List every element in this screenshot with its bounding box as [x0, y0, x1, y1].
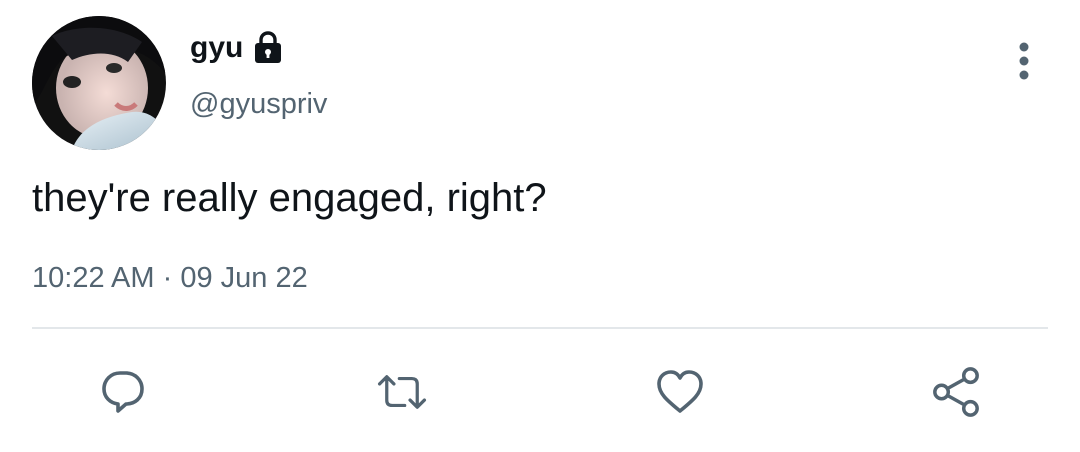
avatar-image: [32, 16, 166, 150]
more-options-button[interactable]: [1002, 36, 1046, 86]
tweet-text: they're really engaged, right?: [32, 176, 547, 220]
author-name-row: gyu: [190, 26, 285, 70]
lock-icon: [251, 31, 285, 65]
retweet-button[interactable]: [376, 366, 428, 418]
share-button[interactable]: [930, 366, 982, 418]
heart-icon: [657, 370, 703, 413]
like-button[interactable]: [654, 366, 706, 418]
avatar[interactable]: [32, 16, 166, 150]
reply-button[interactable]: [97, 366, 149, 418]
tweet-timestamp[interactable]: 10:22 AM · 09 Jun 22: [32, 258, 308, 298]
retweet-icon: [377, 375, 427, 409]
share-icon: [933, 367, 979, 417]
tweet-detail: gyu @gyuspriv they're really engaged, ri…: [0, 0, 1080, 452]
divider: [32, 327, 1048, 329]
tweet-time: 10:22 AM: [32, 262, 155, 294]
meta-separator: ·: [162, 262, 173, 294]
tweet-date: 09 Jun 22: [180, 262, 308, 294]
more-vertical-icon: [1019, 42, 1029, 80]
display-name[interactable]: gyu: [190, 26, 243, 70]
author-handle[interactable]: @gyuspriv: [190, 84, 327, 124]
reply-icon: [102, 371, 144, 413]
